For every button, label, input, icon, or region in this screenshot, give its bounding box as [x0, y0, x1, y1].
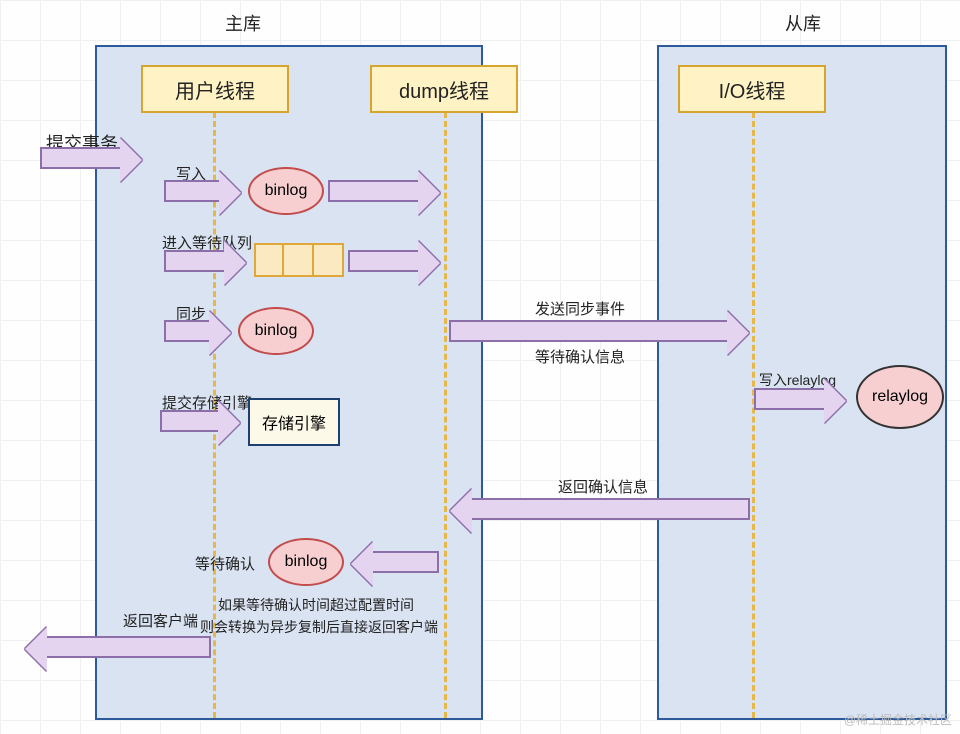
return-ack-arrow: [472, 498, 750, 520]
wait-ack-label: 等待确认信息: [535, 346, 625, 367]
queue-arrow-2: [348, 250, 418, 272]
master-title: 主库: [225, 10, 261, 36]
binlog-node-2: binlog: [238, 307, 314, 355]
io-thread-box: I/O线程: [678, 65, 826, 113]
slave-title: 从库: [785, 10, 821, 36]
sync-arrow-1: [164, 320, 209, 342]
note-line-2: 则会转换为异步复制后直接返回客户端: [200, 617, 438, 638]
write-arrow-2: [328, 180, 418, 202]
relaylog-node: relaylog: [856, 365, 944, 429]
dump-lifeline: [444, 112, 447, 718]
storage-engine-box: 存储引擎: [248, 398, 340, 446]
submit-tx-arrow: [40, 147, 120, 169]
return-client-label: 返回客户端: [123, 610, 198, 631]
return-client-arrow: [47, 636, 211, 658]
write-arrow-1: [164, 180, 219, 202]
commit-engine-arrow: [160, 410, 218, 432]
io-lifeline: [752, 112, 755, 718]
note-line-1: 如果等待确认时间超过配置时间: [218, 595, 414, 616]
wait-queue: [254, 243, 344, 277]
binlog-node-1: binlog: [248, 167, 324, 215]
watermark: @稀土掘金技术社区: [844, 711, 952, 728]
user-thread-box: 用户线程: [141, 65, 289, 113]
send-sync-arrow: [449, 320, 727, 342]
write-relay-arrow: [754, 388, 824, 410]
wait-confirm-label: 等待确认: [195, 553, 255, 574]
binlog-node-3: binlog: [268, 538, 344, 586]
return-ack-label: 返回确认信息: [558, 476, 648, 497]
wait-confirm-arrow: [373, 551, 439, 573]
send-sync-label: 发送同步事件: [535, 298, 625, 319]
dump-thread-box: dump线程: [370, 65, 518, 113]
queue-arrow-1: [164, 250, 224, 272]
